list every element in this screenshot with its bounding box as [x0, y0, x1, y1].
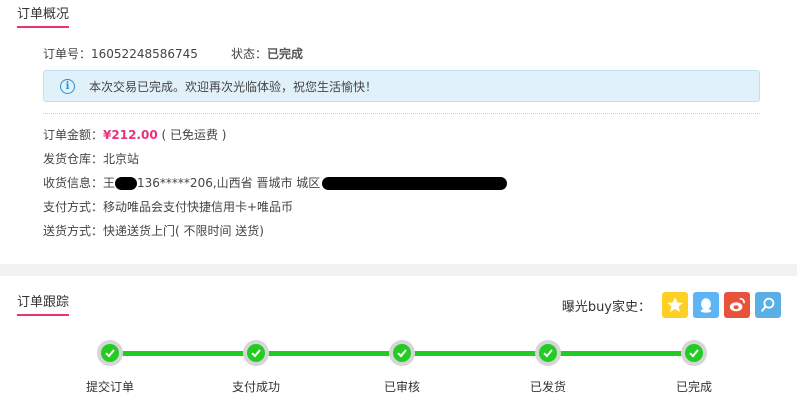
- order-status: 状态：已完成: [231, 45, 303, 62]
- check-icon: [539, 344, 557, 362]
- order-overview-panel: 订单概况 订单号：16052248586745 状态：已完成 i 本次交易已完成…: [0, 0, 797, 264]
- weibo-icon[interactable]: [724, 292, 750, 318]
- step-label: 已审核: [383, 380, 420, 394]
- amount-value: ¥212.00: [103, 128, 158, 142]
- step-label: 支付成功: [231, 380, 280, 394]
- order-details: 订单金额：¥212.00 ( 已免运费 ) 发货仓库：北京站 收货信息：王 136…: [43, 128, 508, 248]
- order-amount-row: 订单金额：¥212.00 ( 已免运费 ): [43, 128, 507, 152]
- amount-note: ( 已免运费 ): [161, 128, 227, 142]
- step-payment-success: 支付成功: [206, 340, 306, 395]
- receiver-address: 136*****206,山西省 晋城市 城区: [137, 176, 321, 190]
- step-submit-order: 提交订单: [60, 340, 160, 395]
- receiver-row: 收货信息：王 136*****206,山西省 晋城市 城区: [43, 176, 508, 200]
- qq-icon[interactable]: [693, 292, 719, 318]
- check-icon: [247, 344, 265, 362]
- star-icon[interactable]: [662, 292, 688, 318]
- order-no-label: 订单号：: [43, 47, 92, 61]
- share-label: 曝光buy家史：: [561, 299, 651, 315]
- step-label: 提交订单: [85, 380, 134, 394]
- order-no-value: 16052248586745: [91, 47, 198, 61]
- receiver-name: 王: [103, 176, 116, 190]
- check-icon: [393, 344, 411, 362]
- step-dot: [97, 340, 123, 366]
- step-completed: 已完成: [644, 340, 744, 395]
- divider: [43, 113, 760, 114]
- redaction-mark: [115, 177, 138, 190]
- step-reviewed: 已审核: [352, 340, 452, 395]
- check-icon: [101, 344, 119, 362]
- completion-notice: i 本次交易已完成。欢迎再次光临体验，祝您生活愉快！: [43, 70, 760, 102]
- order-progress-tracker: 提交订单 支付成功 已审核 已发货 已完成: [0, 340, 797, 410]
- step-dot: [389, 340, 415, 366]
- delivery-row: 送货方式：快递送货上门( 不限时间 送货): [43, 224, 264, 238]
- amount-label: 订单金额：: [43, 128, 104, 142]
- order-tracking-title: 订单跟踪: [17, 291, 70, 316]
- step-dot: [681, 340, 707, 366]
- share-bar: 曝光buy家史：: [562, 292, 781, 318]
- step-dot: [535, 340, 561, 366]
- info-icon: i: [60, 78, 75, 94]
- redaction-mark: [322, 177, 508, 190]
- step-dot: [243, 340, 269, 366]
- notice-text: 本次交易已完成。欢迎再次光临体验，祝您生活愉快！: [89, 79, 378, 94]
- status-value: 已完成: [267, 47, 304, 61]
- order-number-line: 订单号：16052248586745 状态：已完成: [43, 45, 303, 62]
- check-icon: [685, 344, 703, 362]
- step-label: 已完成: [675, 380, 712, 394]
- step-shipped: 已发货: [498, 340, 598, 395]
- status-label: 状态：: [231, 47, 268, 61]
- receiver-label: 收货信息：: [43, 176, 104, 190]
- order-overview-title: 订单概况: [17, 3, 70, 28]
- search-icon[interactable]: [755, 292, 781, 318]
- step-label: 已发货: [529, 380, 566, 394]
- payment-row: 支付方式：移动唯品会支付快捷信用卡+唯品币: [43, 200, 294, 214]
- warehouse-row: 发货仓库：北京站: [43, 152, 140, 166]
